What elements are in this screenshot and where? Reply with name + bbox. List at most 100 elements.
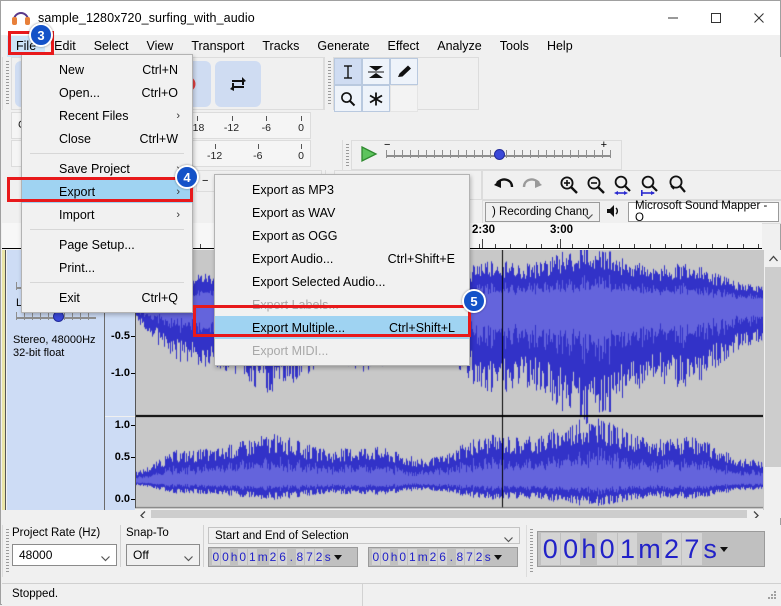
fit-selection-icon[interactable] xyxy=(611,174,636,196)
time-separator[interactable]: h xyxy=(231,549,238,565)
time-separator[interactable]: s xyxy=(484,549,491,565)
loop-button[interactable] xyxy=(215,60,261,107)
envelope-tool[interactable] xyxy=(362,58,390,85)
menubar-item-tracks[interactable]: Tracks xyxy=(253,36,308,57)
time-separator[interactable]: m xyxy=(418,549,428,565)
time-digit[interactable]: 7 xyxy=(682,533,702,565)
menu-item-export-as-ogg[interactable]: Export as OGG xyxy=(215,224,469,247)
time-digit[interactable]: 1 xyxy=(408,549,417,565)
menu-item-recent-files[interactable]: Recent Files › xyxy=(22,104,192,127)
time-separator[interactable]: s xyxy=(703,533,718,565)
time-separator[interactable]: . xyxy=(288,549,295,565)
menubar-item-tools[interactable]: Tools xyxy=(491,36,538,57)
time-separator[interactable]: h xyxy=(391,549,398,565)
time-digit[interactable]: 0 xyxy=(371,549,381,565)
redo-icon[interactable] xyxy=(519,174,545,196)
menu-item-export[interactable]: Export › xyxy=(22,180,192,203)
menu-item-close[interactable]: Close Ctrl+W xyxy=(22,127,192,150)
minimize-icon[interactable] xyxy=(651,1,694,35)
time-digit[interactable]: 2 xyxy=(268,549,278,565)
selection-start-field[interactable]: 00h01m26.872s xyxy=(208,547,358,567)
time-digit[interactable]: 1 xyxy=(617,533,638,565)
time-digit[interactable]: 0 xyxy=(238,549,248,565)
zoom-toggle-icon[interactable] xyxy=(665,174,690,196)
time-spinner-icon[interactable] xyxy=(333,550,342,564)
time-digit[interactable]: 0 xyxy=(211,549,221,565)
tools-toolbar-grabber[interactable] xyxy=(324,57,333,110)
draw-tool[interactable] xyxy=(390,58,418,85)
scroll-up-arrow[interactable] xyxy=(764,250,781,266)
export-submenu-popup[interactable]: Export as MP3 Export as WAV Export as OGG E… xyxy=(214,174,470,366)
menubar-item-help[interactable]: Help xyxy=(538,36,582,57)
time-digit[interactable]: 2 xyxy=(314,549,324,565)
menu-item-open[interactable]: Open... Ctrl+O xyxy=(22,81,192,104)
output-device-select[interactable]: Microsoft Sound Mapper - O xyxy=(628,200,779,224)
time-spinner-icon[interactable] xyxy=(493,550,502,564)
time-digit[interactable]: 0 xyxy=(540,533,560,565)
time-digit[interactable]: 0 xyxy=(221,549,230,565)
menu-item-export-audio[interactable]: Export Audio... Ctrl+Shift+E xyxy=(215,247,469,270)
scroll-right-arrow[interactable] xyxy=(748,508,763,518)
menu-item-new[interactable]: New Ctrl+N xyxy=(22,58,192,81)
time-digit[interactable]: 0 xyxy=(398,549,408,565)
menu-item-export-multiple[interactable]: Export Multiple... Ctrl+Shift+L xyxy=(215,316,469,339)
menu-item-save-project[interactable]: Save Project› xyxy=(22,157,192,180)
snap-to-select[interactable]: Off xyxy=(126,544,200,566)
menu-item-export-as-mp3[interactable]: Export as MP3 xyxy=(215,178,469,201)
transport-toolbar-grabber[interactable] xyxy=(2,57,11,110)
horizontal-scrollbar[interactable] xyxy=(135,508,763,518)
file-menu-popup[interactable]: New Ctrl+N Open... Ctrl+O Recent Files › Close… xyxy=(21,54,193,313)
time-digit[interactable]: 2 xyxy=(661,533,682,565)
time-separator[interactable]: . xyxy=(448,549,455,565)
mixer-toolbar-grabber[interactable] xyxy=(342,140,351,170)
vertical-scrollbar[interactable] xyxy=(763,250,781,510)
horizontal-scrollbar-thumb[interactable] xyxy=(151,509,747,518)
time-separator[interactable]: h xyxy=(581,533,596,565)
time-separator[interactable]: m xyxy=(258,549,268,565)
scroll-left-arrow[interactable] xyxy=(135,508,150,518)
time-digit[interactable]: 8 xyxy=(295,549,305,565)
time-digit[interactable]: 7 xyxy=(305,549,314,565)
time-digit[interactable]: 0 xyxy=(381,549,390,565)
time-digit[interactable]: 6 xyxy=(278,549,287,565)
selection-tool[interactable] xyxy=(334,58,362,85)
zoom-out-icon[interactable] xyxy=(584,174,609,196)
menu-item-page-setup[interactable]: Page Setup... xyxy=(22,233,192,256)
time-digit[interactable]: 2 xyxy=(428,549,438,565)
menu-item-exit[interactable]: Exit Ctrl+Q xyxy=(22,286,192,309)
undo-icon[interactable] xyxy=(491,174,517,196)
project-rate-select[interactable]: 48000 xyxy=(12,544,117,566)
time-separator[interactable]: s xyxy=(324,549,331,565)
zoom-in-icon[interactable] xyxy=(557,174,582,196)
menu-item-export-selected-audio[interactable]: Export Selected Audio... xyxy=(215,270,469,293)
selection-mode-select[interactable]: Start and End of Selection xyxy=(208,527,520,544)
menu-item-import[interactable]: Import › xyxy=(22,203,192,226)
zoom-tool[interactable] xyxy=(334,85,362,112)
maximize-icon[interactable] xyxy=(694,1,737,35)
menubar-item-generate[interactable]: Generate xyxy=(308,36,378,57)
time-spinner-icon[interactable] xyxy=(720,542,728,556)
time-digit[interactable]: 7 xyxy=(465,549,474,565)
time-digit[interactable]: 8 xyxy=(455,549,465,565)
selection-toolbar-grabber[interactable] xyxy=(2,525,11,577)
time-separator[interactable]: m xyxy=(638,533,661,565)
menubar-item-effect[interactable]: Effect xyxy=(379,36,429,57)
time-digit[interactable]: 0 xyxy=(597,533,617,565)
menu-item-print[interactable]: Print... xyxy=(22,256,192,279)
menu-item-export-as-wav[interactable]: Export as WAV xyxy=(215,201,469,224)
time-digit[interactable]: 6 xyxy=(438,549,447,565)
vertical-scrollbar-thumb[interactable] xyxy=(765,267,781,467)
close-icon[interactable] xyxy=(737,1,780,35)
time-digit[interactable]: 1 xyxy=(248,549,257,565)
menubar-item-analyze[interactable]: Analyze xyxy=(428,36,490,57)
multi-tool[interactable] xyxy=(362,85,390,112)
time-toolbar-grabber[interactable] xyxy=(526,525,535,577)
fit-project-icon[interactable] xyxy=(638,174,663,196)
recording-channels-select[interactable]: ) Recording Chann xyxy=(485,202,600,222)
resize-grip-icon[interactable] xyxy=(766,589,777,603)
selection-end-field[interactable]: 00h01m26.872s xyxy=(368,547,518,567)
audio-position-field[interactable]: 00h01m27s xyxy=(537,531,765,567)
time-digit[interactable]: 0 xyxy=(560,533,581,565)
time-digit[interactable]: 2 xyxy=(474,549,484,565)
playback-volume-slider[interactable] xyxy=(386,148,611,162)
